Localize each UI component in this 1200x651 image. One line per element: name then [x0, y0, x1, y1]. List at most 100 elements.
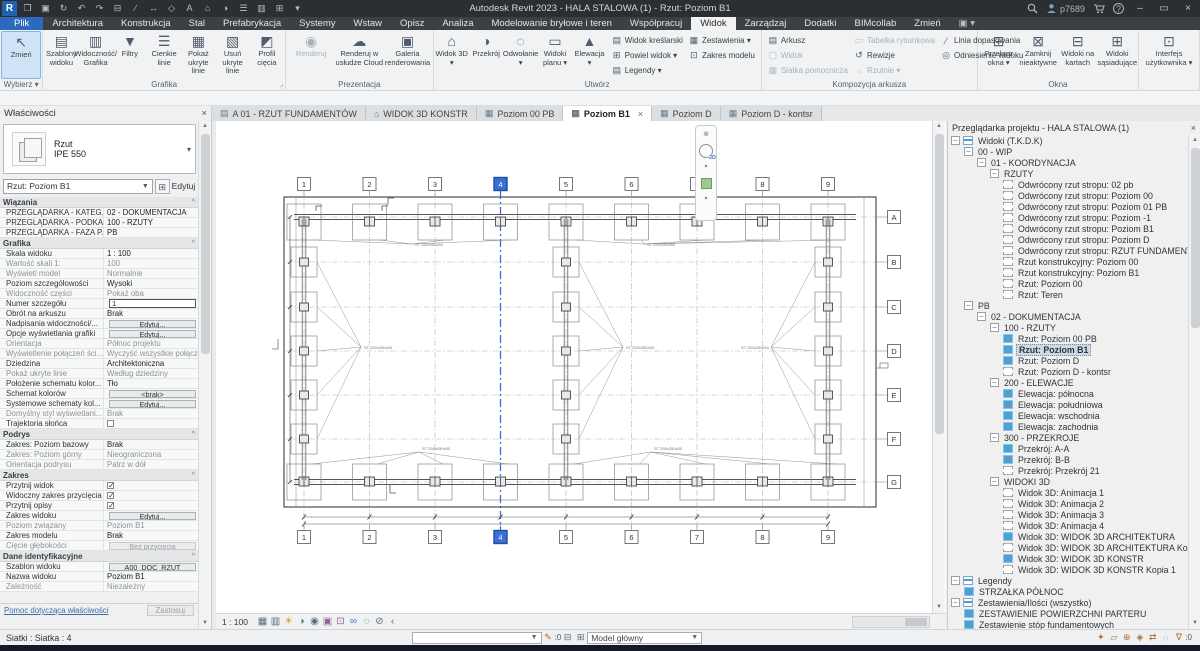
property-checkbox[interactable]	[107, 502, 114, 509]
tree-item[interactable]: Widok 3D: Animacja 1	[948, 487, 1188, 498]
property-value[interactable]: 100 - RZUTY	[104, 218, 198, 227]
tree-expand-icon[interactable]: –	[990, 433, 999, 442]
tree-item[interactable]: –02 - DOKUMENTACJA	[948, 311, 1188, 322]
browser-close-icon[interactable]: ×	[1191, 123, 1196, 133]
revit-app-icon[interactable]: R	[2, 1, 17, 16]
apply-button[interactable]: Zastosuj	[147, 605, 194, 616]
open-icon[interactable]: ❒	[20, 2, 35, 15]
shadows-icon[interactable]: ◑	[295, 615, 308, 629]
property-value[interactable]: Niezależny	[104, 582, 198, 591]
ribbon-button-widoczność-grafika[interactable]: ▥Widoczność/ Grafika	[79, 31, 113, 79]
property-group-podrys[interactable]: Podrys^	[0, 429, 198, 440]
navigation-bar[interactable]: ⊗ ▾ ▾	[695, 125, 717, 221]
ribbon-tab-analiza[interactable]: Analiza	[433, 17, 482, 30]
property-input[interactable]: 1	[109, 299, 196, 308]
property-button[interactable]: Edytuj...	[109, 400, 196, 408]
drawing-area[interactable]: ST 250x250x50ST 250x250x50ST 250x250x50S…	[216, 121, 946, 613]
nav-caret2-icon[interactable]: ▾	[704, 192, 707, 207]
tree-item[interactable]: –200 - ELEWACJE	[948, 377, 1188, 388]
property-value[interactable]: Patrz w dół	[104, 460, 198, 469]
ribbon-tab-plik[interactable]: Plik	[0, 17, 43, 30]
drag-on-selection-icon[interactable]: ⇄	[1146, 632, 1159, 643]
design-options-icon[interactable]: ⊞	[574, 632, 587, 643]
tree-item[interactable]: –PB	[948, 300, 1188, 311]
ribbon-button-siatka-pomocnicza[interactable]: ▦Siatka pomocnicza	[766, 63, 850, 78]
ribbon-button-tabelka-rysunkowa[interactable]: ▭Tabelka rysunkowa	[852, 33, 937, 48]
select-links-icon[interactable]: ✦	[1094, 632, 1107, 643]
tree-item[interactable]: Elewacja: północna	[948, 388, 1188, 399]
property-button[interactable]: Edytuj...	[109, 320, 196, 328]
ribbon-tab-systemy[interactable]: Systemy	[290, 17, 344, 30]
properties-scrollbar[interactable]: ▲ ▼	[198, 121, 211, 629]
undo-icon[interactable]: ↶	[74, 2, 89, 15]
tree-item[interactable]: Rzut: Poziom 00 PB	[948, 333, 1188, 344]
ribbon-tab-zmie-[interactable]: Zmień	[905, 17, 949, 30]
tree-item[interactable]: Elewacja: zachodnia	[948, 421, 1188, 432]
worksets-combo[interactable]: ▼	[412, 632, 542, 644]
tree-item[interactable]: Widok 3D: WIDOK 3D ARCHITEKTURA Kopia 1	[948, 542, 1188, 553]
ribbon-button-pokaż-ukryte-linie[interactable]: ▦Pokaż ukryte linie	[181, 31, 215, 79]
tree-item[interactable]: –RZUTY	[948, 168, 1188, 179]
browser-scrollbar[interactable]: ▲ ▼	[1188, 135, 1200, 629]
type-selector[interactable]: Rzut IPE 550 ▾	[3, 124, 196, 174]
show-crop-icon[interactable]: ⊡	[334, 615, 347, 629]
property-value[interactable]: Według dziedziny	[104, 369, 198, 378]
property-value[interactable]: Wyczyść wszystkie połącze...	[104, 349, 198, 358]
property-value[interactable]: Architektoniczna	[104, 359, 198, 368]
property-button[interactable]: A00_DOC_RZUT	[109, 563, 196, 571]
zoom-region-icon[interactable]	[701, 178, 712, 189]
tree-item[interactable]: Odwrócony rzut stropu: Poziom 01 PB	[948, 201, 1188, 212]
tree-expand-icon[interactable]: –	[990, 378, 999, 387]
view-tab-widok-3d-konstr[interactable]: ⌂WIDOK 3D KONSTR	[366, 106, 477, 121]
ribbon-button-widok[interactable]: ▢Widok	[766, 48, 850, 63]
ribbon-button-widoki-planu[interactable]: ▭Widoki planu ▾	[538, 31, 572, 79]
help-icon[interactable]: ?	[1113, 3, 1124, 14]
design-options-combo[interactable]: Model główny▼	[587, 632, 702, 644]
tree-item[interactable]: Przekrój: Przekrój 21	[948, 465, 1188, 476]
ribbon-button-elewacja[interactable]: ▲Elewacja ▾	[572, 31, 606, 79]
tree-item[interactable]: Odwrócony rzut stropu: 02 pb	[948, 179, 1188, 190]
tree-item[interactable]: ZESTAWIENIE POWIERZCHNI PARTERU	[948, 608, 1188, 619]
aligned-dimension-icon[interactable]: ↔	[146, 2, 161, 15]
tree-item[interactable]: Przekrój: B-B	[948, 454, 1188, 465]
tree-expand-icon[interactable]: –	[990, 323, 999, 332]
ribbon-button-galeria-renderowania[interactable]: ▣Galeria renderowania	[383, 31, 431, 79]
tree-item[interactable]: Rzut: Poziom D	[948, 355, 1188, 366]
property-value[interactable]: Tło	[104, 379, 198, 388]
view-tab-poziom-00-pb[interactable]: ▦Poziom 00 PB	[477, 106, 564, 121]
tree-item[interactable]: Widok 3D: Animacja 3	[948, 509, 1188, 520]
ribbon-button-widoki-sąsiadujące[interactable]: ⊞Widoki sąsiadujące	[1098, 31, 1138, 79]
ribbon-button-zestawienia-[interactable]: ▦Zestawienia ▾	[687, 33, 757, 48]
worksets-icon[interactable]: ⊟	[561, 632, 574, 643]
tree-item[interactable]: Widok 3D: WIDOK 3D KONSTR Kopia 1	[948, 564, 1188, 575]
property-value[interactable]: Wysoki	[104, 279, 198, 288]
tree-item[interactable]: Rzut konstrukcyjny: Poziom B1	[948, 267, 1188, 278]
property-group-dane-identyfikacyjne[interactable]: Dane identyfikacyjne^	[0, 551, 198, 562]
tree-item[interactable]: Elewacja: południowa	[948, 399, 1188, 410]
property-group-grafika[interactable]: Grafika^	[0, 238, 198, 249]
property-value[interactable]: Północ projektu	[104, 339, 198, 348]
property-checkbox[interactable]	[107, 492, 114, 499]
property-button[interactable]: Edytuj...	[109, 512, 196, 520]
tree-item[interactable]: Odwrócony rzut stropu: Poziom D	[948, 234, 1188, 245]
property-value[interactable]: PB	[104, 228, 198, 237]
property-button[interactable]: <brak>	[109, 390, 196, 398]
ribbon-button-przekrój[interactable]: ◑Przekrój	[469, 31, 503, 79]
ribbon-button-renderuj-w-usłudze-cloud[interactable]: ☁Renderuj w usłudze Cloud	[335, 31, 383, 79]
dialog-launcher-icon[interactable]: ⌟	[280, 79, 283, 91]
tree-item[interactable]: –Widoki (T.K.D.K)	[948, 135, 1188, 146]
maximize-button[interactable]: ▭	[1156, 3, 1172, 14]
tree-expand-icon[interactable]: –	[977, 312, 986, 321]
property-group-wiązania[interactable]: Wiązania^	[0, 197, 198, 208]
ribbon-button-legendy-[interactable]: ▤Legendy ▾	[610, 63, 685, 78]
user-account[interactable]: p7689	[1046, 3, 1085, 14]
tree-item[interactable]: –Legendy	[948, 575, 1188, 586]
tree-expand-icon[interactable]: –	[964, 301, 973, 310]
property-group-zakres[interactable]: Zakres^	[0, 470, 198, 481]
tree-expand-icon[interactable]: –	[990, 477, 999, 486]
ribbon-tab-dodatki[interactable]: Dodatki	[795, 17, 845, 30]
tree-item[interactable]: Rzut: Teren	[948, 289, 1188, 300]
tree-expand-icon[interactable]: –	[977, 158, 986, 167]
tree-item[interactable]: Widok 3D: Animacja 2	[948, 498, 1188, 509]
tree-item[interactable]: Zestawienie stóp fundamentowych	[948, 619, 1188, 629]
